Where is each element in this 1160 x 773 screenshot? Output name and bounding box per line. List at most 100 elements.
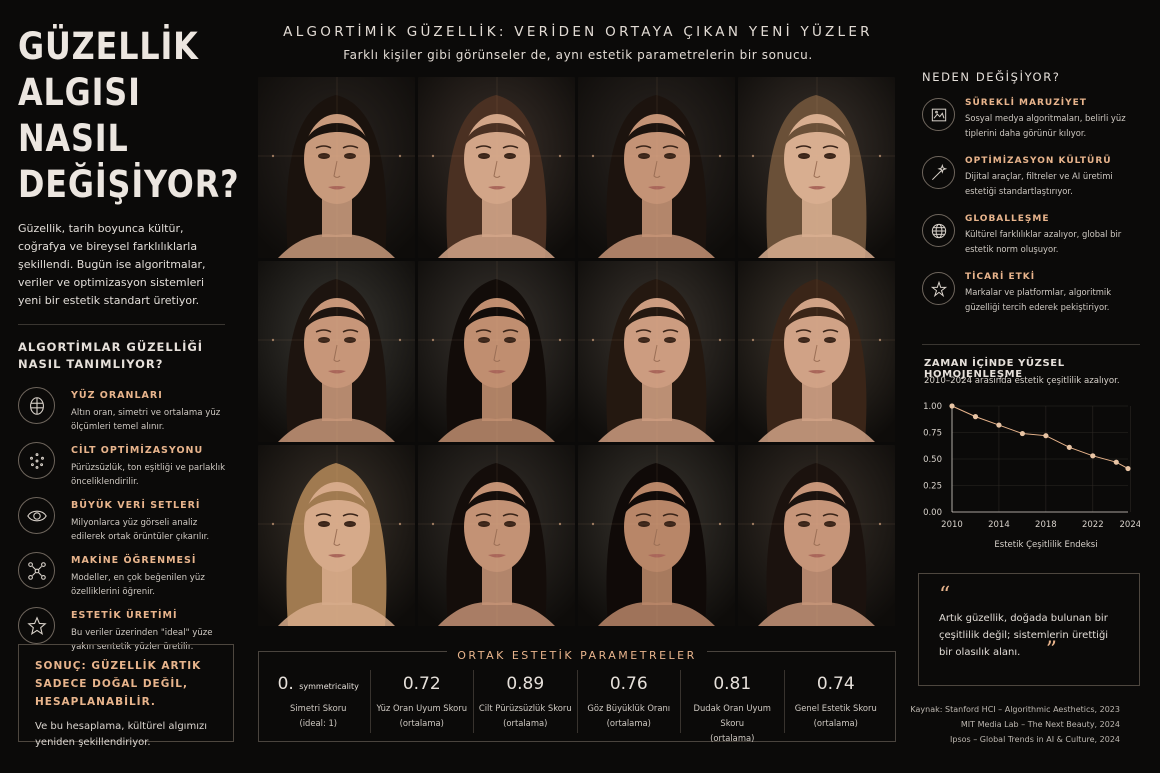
conclusion-text: Ve bu hesaplama, kültürel algımızı yenid… bbox=[35, 721, 208, 748]
dots-circle-icon bbox=[18, 442, 55, 479]
face-portrait bbox=[578, 261, 735, 442]
image-frame-icon bbox=[922, 98, 955, 131]
algo-item: CİLT OPTİMİZASYONU Pürüzsüzlük, ton eşit… bbox=[18, 442, 232, 497]
param-value: 0.74 bbox=[816, 674, 855, 694]
sources: Kaynak: Stanford HCI – Algorithmic Aesth… bbox=[910, 702, 1120, 747]
param-label: Genel Estetik Skoru bbox=[794, 703, 877, 713]
algo-item: BÜYÜK VERİ SETLERİ Milyonlarca yüz görse… bbox=[18, 497, 232, 552]
param-value: 0.76 bbox=[609, 674, 648, 694]
param-item: 0. symmetricality Simetri Skoru (ideal: 1… bbox=[267, 670, 370, 733]
chart-x-tick-label: 2014 bbox=[988, 520, 1010, 530]
conclusion-title: SONUÇ: GÜZELLİK ARTIK SADECE DOĞAL DEĞİL… bbox=[35, 660, 202, 708]
chart-subtitle: 2010–2024 arasında estetik çeşitlilik az… bbox=[924, 376, 1120, 386]
why-item: OPTİMİZASYON KÜLTÜRÜ Dijital araçlar, fi… bbox=[922, 156, 1142, 214]
param-label-note: (ortalama) bbox=[710, 733, 755, 743]
why-item-head: SÜREKLİ MARUZİYET bbox=[965, 98, 1087, 108]
param-label-note: (ortalama) bbox=[606, 718, 651, 728]
source-line: MIT Media Lab – The Next Beauty, 2024 bbox=[960, 720, 1120, 729]
quote-text: Artık güzellik, doğada bulunan bir çeşit… bbox=[939, 613, 1109, 658]
param-item: 0.72 Yüz Oran Uyum Skoru (ortalama) bbox=[369, 670, 474, 733]
chart-x-tick-label: 2010 bbox=[941, 520, 963, 530]
eye-icon bbox=[18, 497, 55, 534]
param-label: Simetri Skoru bbox=[290, 703, 347, 713]
param-label-note: (ortalama) bbox=[813, 718, 858, 728]
chart-data-point bbox=[1113, 459, 1119, 465]
param-label-note: (ortalama) bbox=[503, 718, 548, 728]
chart-y-tick-label: 0.00 bbox=[923, 508, 942, 518]
conclusion-box: SONUÇ: GÜZELLİK ARTIK SADECE DOĞAL DEĞİL… bbox=[18, 644, 234, 748]
title-line: ALGISI bbox=[18, 71, 141, 114]
chart-data-point bbox=[972, 414, 979, 420]
why-item: GLOBALLEŞME Kültürel farklılıklar azalıy… bbox=[922, 214, 1142, 272]
chart-y-tick-label: 0.75 bbox=[923, 429, 942, 439]
algo-section-title: ALGORTİMLAR GÜZELLİĞİ NASIL TANIMLIYOR? bbox=[18, 340, 204, 371]
algo-item-desc: Pürüzsüzlük, ton eşitliği ve parlaklık ö… bbox=[71, 463, 226, 487]
algo-item-desc: Modeller, en çok beğenilen yüz özellikle… bbox=[71, 573, 205, 597]
title-line: NASIL bbox=[18, 117, 129, 160]
param-label: Cilt Pürüzsüzlük Skoru bbox=[478, 703, 572, 713]
title-line: GÜZELLİK bbox=[18, 25, 199, 68]
param-label-note: (ortalama) bbox=[399, 718, 444, 728]
algo-item-head: BÜYÜK VERİ SETLERİ bbox=[71, 500, 201, 511]
param-value: 0. bbox=[277, 674, 294, 694]
main-title: GÜZELLİK ALGISI NASIL DEĞİŞİYOR? bbox=[18, 24, 239, 208]
why-item-desc: Sosyal medya algoritmaları, belirli yüz … bbox=[965, 113, 1126, 138]
face-portrait bbox=[418, 445, 575, 626]
why-item: TİCARİ ETKİ Markalar ve platformlar, alg… bbox=[922, 272, 1142, 330]
divider bbox=[18, 324, 225, 325]
face-grid bbox=[258, 77, 896, 627]
center-subtitle: Farklı kişiler gibi görünseler de, aynı … bbox=[343, 48, 813, 62]
chart-data-point bbox=[1066, 444, 1072, 450]
left-panel: GÜZELLİK ALGISI NASIL DEĞİŞİYOR? Güzelli… bbox=[18, 24, 239, 662]
why-item-desc: Markalar ve platformlar, algoritmik güze… bbox=[965, 287, 1112, 312]
divider bbox=[922, 344, 1140, 345]
param-item: 0.81 Dudak Oran Uyum Skoru (ortalama) bbox=[680, 670, 784, 743]
face-portrait bbox=[418, 77, 575, 258]
quote-box: “ Artık güzellik, doğada bulunan bir çeş… bbox=[918, 573, 1140, 686]
chart-x-tick-label: 2018 bbox=[1035, 520, 1057, 530]
face-portrait bbox=[418, 261, 575, 442]
brand-star-icon bbox=[922, 272, 955, 305]
source-line: Kaynak: Stanford HCI – Algorithmic Aesth… bbox=[910, 705, 1120, 714]
param-value: 0.81 bbox=[713, 674, 752, 694]
algo-item-head: MAKİNE ÖĞRENMESİ bbox=[71, 555, 197, 566]
why-item-head: OPTİMİZASYON KÜLTÜRÜ bbox=[965, 156, 1112, 166]
chart-data-point bbox=[1043, 433, 1049, 439]
why-item-head: TİCARİ ETKİ bbox=[965, 272, 1036, 282]
intro-text: Güzellik, tarih boyunca kültür, coğrafya… bbox=[18, 222, 206, 307]
why-item: SÜREKLİ MARUZİYET Sosyal medya algoritma… bbox=[922, 98, 1142, 156]
quote-open-mark: “ bbox=[939, 583, 951, 608]
right-panel: NEDEN DEĞİŞİYOR? SÜREKLİ MARUZİYET Sosya… bbox=[922, 70, 1142, 330]
face-portrait bbox=[738, 77, 895, 258]
param-value: 0.89 bbox=[506, 674, 545, 694]
why-item-desc: Dijital araçlar, filtreler ve AI üretimi… bbox=[965, 171, 1113, 196]
chart-x-label: Estetik Çeşitlilik Endeksi bbox=[994, 540, 1097, 550]
chart-y-tick-label: 0.50 bbox=[923, 455, 942, 465]
algo-item: MAKİNE ÖĞRENMESİ Modeller, en çok beğeni… bbox=[18, 552, 232, 607]
why-item-desc: Kültürel farklılıklar azalıyor, global b… bbox=[965, 229, 1122, 254]
algo-item-head: ESTETİK ÜRETİMİ bbox=[71, 610, 178, 621]
chart-y-tick-label: 1.00 bbox=[923, 402, 942, 412]
chart-data-point bbox=[1125, 465, 1131, 472]
star-icon bbox=[18, 607, 55, 644]
param-item: 0.76 Göz Büyüklük Oranı (ortalama) bbox=[576, 670, 681, 733]
chart-data-point bbox=[1090, 453, 1096, 459]
algo-item-desc: Altın oran, simetri ve ortalama yüz ölçü… bbox=[71, 408, 221, 432]
chart-x-tick-label: 2024 bbox=[1120, 520, 1140, 530]
quote-close-mark: ” bbox=[1045, 638, 1057, 663]
why-section-title: NEDEN DEĞİŞİYOR? bbox=[922, 70, 1061, 84]
face-portrait bbox=[258, 77, 415, 258]
chart-data-point bbox=[949, 403, 955, 409]
param-label: Göz Büyüklük Oranı bbox=[587, 703, 671, 713]
face-portrait bbox=[738, 445, 895, 626]
source-line: Ipsos – Global Trends in AI & Culture, 2… bbox=[950, 735, 1120, 744]
algo-item-head: CİLT OPTİMİZASYONU bbox=[71, 445, 204, 456]
homogenization-line-chart: 0.00 0.25 0.50 0.75 1.00 2010 2014 2018 2022 2024… bbox=[923, 402, 1140, 550]
face-portrait bbox=[258, 261, 415, 442]
chart-data-point bbox=[996, 422, 1002, 428]
algo-item-desc: Milyonlarca yüz görseli analiz edilerek … bbox=[71, 518, 210, 542]
algo-item: YÜZ ORANLARI Altın oran, simetri ve orta… bbox=[18, 387, 232, 442]
chart-data-point bbox=[1019, 430, 1025, 437]
chart-x-tick-label: 2022 bbox=[1082, 520, 1104, 530]
param-label: Dudak Oran Uyum Skoru bbox=[693, 703, 771, 728]
